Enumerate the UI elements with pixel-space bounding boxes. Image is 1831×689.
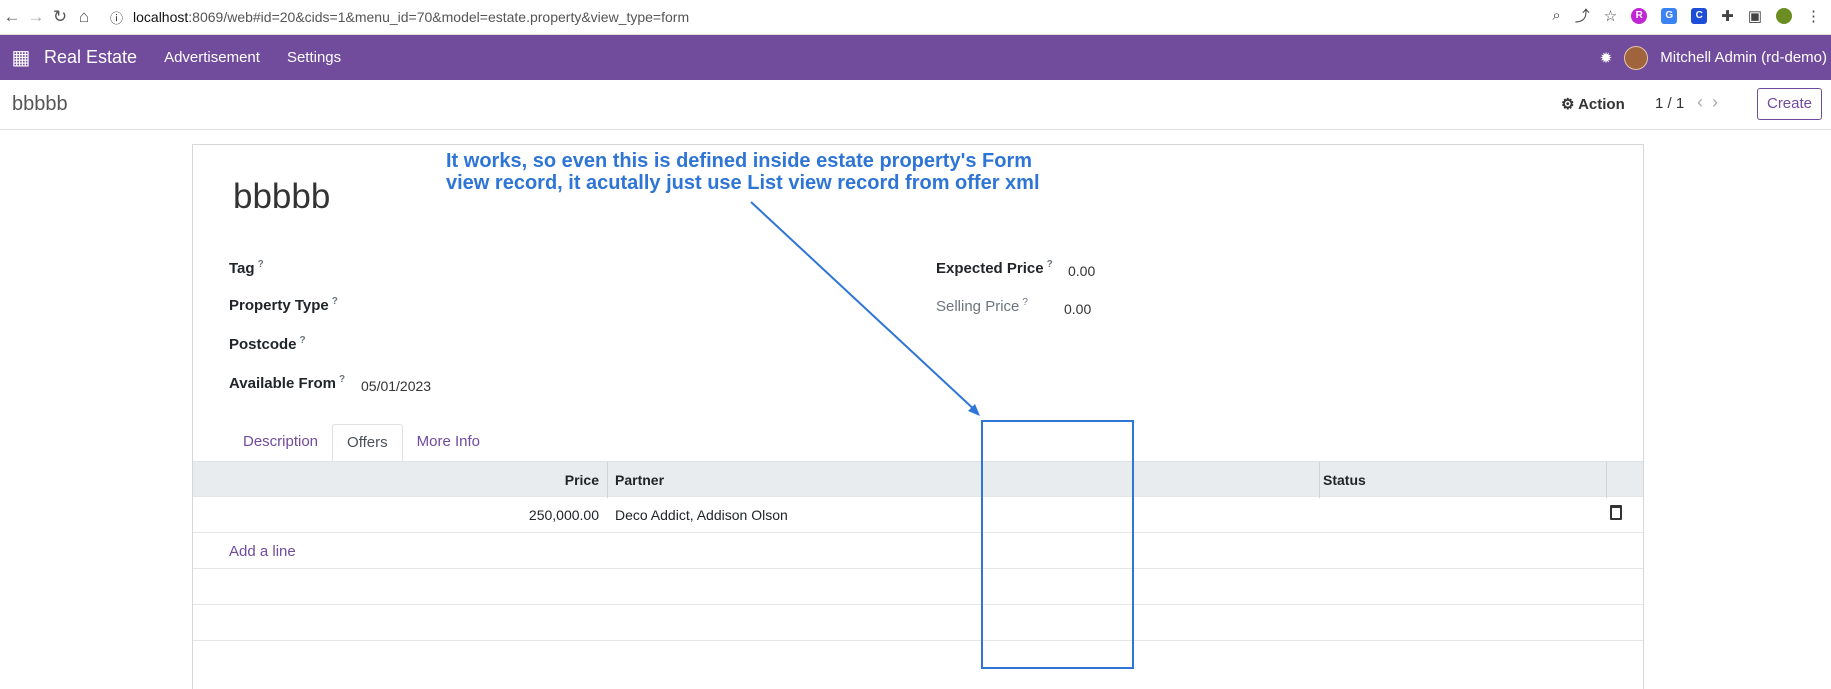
tab-description[interactable]: Description bbox=[229, 424, 332, 462]
pager-next-icon[interactable]: › bbox=[1712, 92, 1727, 112]
star-icon[interactable]: ☆ bbox=[1604, 7, 1617, 25]
browser-toolbar: ← → ↻ ⌂ ⓘ localhost:8069/web#id=20&cids=… bbox=[0, 0, 1831, 35]
pager-value[interactable]: 1 / 1 bbox=[1655, 95, 1684, 112]
navbar-right: ✹ Mitchell Admin (rd-demo) bbox=[1600, 35, 1827, 80]
more-icon[interactable]: ⋮ bbox=[1806, 7, 1821, 25]
field-available-from: Available From? bbox=[229, 374, 346, 392]
zoom-icon[interactable]: ⌕ bbox=[1552, 7, 1560, 24]
form-sheet: bbbbb Tag? Property Type? Postcode? Avai… bbox=[192, 144, 1644, 689]
url-host: localhost bbox=[133, 9, 189, 25]
table-row[interactable]: 250,000.00 Deco Addict, Addison Olson bbox=[193, 497, 1643, 533]
column-separator bbox=[607, 462, 608, 498]
offers-list: Price Partner Status 250,000.00 Deco Add… bbox=[193, 461, 1643, 641]
field-postcode: Postcode? bbox=[229, 335, 306, 353]
column-price[interactable]: Price bbox=[565, 472, 599, 488]
column-separator bbox=[1319, 462, 1320, 498]
empty-row bbox=[193, 605, 1643, 641]
action-button[interactable]: ⚙ Action bbox=[1561, 95, 1625, 113]
debug-bug-icon[interactable]: ✹ bbox=[1600, 49, 1613, 67]
selling-price-value: 0.00 bbox=[1064, 301, 1092, 317]
back-icon[interactable]: ← bbox=[0, 7, 24, 27]
column-separator bbox=[1606, 462, 1607, 498]
tab-offers[interactable]: Offers bbox=[332, 424, 403, 462]
offer-price: 250,000.00 bbox=[528, 507, 599, 523]
menu-advertisement[interactable]: Advertisement bbox=[164, 49, 260, 66]
add-line-link[interactable]: Add a line bbox=[229, 543, 296, 560]
record-title[interactable]: bbbbb bbox=[233, 177, 330, 217]
forward-icon[interactable]: → bbox=[24, 7, 48, 27]
gear-icon: ⚙ bbox=[1561, 96, 1579, 113]
field-selling-price: Selling Price? bbox=[936, 297, 1028, 315]
empty-row bbox=[193, 569, 1643, 605]
menu-settings[interactable]: Settings bbox=[287, 49, 341, 66]
field-property-type: Property Type? bbox=[229, 296, 338, 314]
share-icon[interactable]: ⤴ bbox=[1575, 5, 1590, 26]
add-line-row: Add a line bbox=[193, 533, 1643, 569]
expected-price-value[interactable]: 0.00 bbox=[1068, 263, 1095, 279]
list-header: Price Partner Status bbox=[193, 461, 1643, 498]
info-icon: ⓘ bbox=[110, 10, 124, 26]
control-panel: bbbbb ⚙ Action 1 / 1 ‹› Create bbox=[0, 80, 1831, 130]
annotation-text: It works, so even this is defined inside… bbox=[446, 150, 1040, 194]
available-from-value[interactable]: 05/01/2023 bbox=[361, 378, 431, 394]
home-icon[interactable]: ⌂ bbox=[72, 7, 96, 27]
field-tag: Tag? bbox=[229, 259, 264, 277]
puzzle-icon[interactable]: ✚ bbox=[1721, 7, 1734, 25]
extension-c-icon[interactable]: C bbox=[1691, 7, 1708, 24]
browser-actions: ⌕ ⤴ ☆ R G C ✚ ▣ ⋮ bbox=[1552, 5, 1821, 26]
reload-icon[interactable]: ↻ bbox=[48, 7, 72, 27]
url-path: :8069/web#id=20&cids=1&menu_id=70&model=… bbox=[188, 9, 690, 25]
pager-prev-icon[interactable]: ‹ bbox=[1697, 92, 1712, 112]
field-expected-price: Expected Price? bbox=[936, 259, 1053, 277]
trash-icon[interactable] bbox=[1610, 505, 1622, 520]
profile-avatar-icon[interactable] bbox=[1776, 7, 1792, 24]
main-navbar: ▦ Real Estate Advertisement Settings ✹ M… bbox=[0, 35, 1831, 80]
app-brand[interactable]: Real Estate bbox=[44, 47, 137, 68]
offer-partner: Deco Addict, Addison Olson bbox=[615, 507, 788, 523]
breadcrumb: bbbbb bbox=[12, 93, 68, 115]
tab-more-info[interactable]: More Info bbox=[403, 424, 494, 462]
sidebar-icon[interactable]: ▣ bbox=[1748, 7, 1762, 25]
address-bar[interactable]: ⓘ localhost:8069/web#id=20&cids=1&menu_i… bbox=[110, 8, 689, 27]
notebook-tabs: Description Offers More Info bbox=[229, 424, 494, 462]
user-menu[interactable]: Mitchell Admin (rd-demo) bbox=[1660, 49, 1827, 66]
extension-icon[interactable]: R bbox=[1631, 7, 1648, 24]
create-button[interactable]: Create bbox=[1757, 88, 1822, 120]
action-label: Action bbox=[1578, 96, 1625, 113]
translate-icon[interactable]: G bbox=[1661, 7, 1678, 24]
pager-arrows: ‹› bbox=[1697, 92, 1727, 113]
annotation-box bbox=[981, 420, 1134, 669]
column-status[interactable]: Status bbox=[1323, 472, 1366, 488]
apps-menu-icon[interactable]: ▦ bbox=[0, 45, 42, 70]
column-partner[interactable]: Partner bbox=[615, 472, 664, 488]
user-avatar[interactable] bbox=[1624, 45, 1649, 70]
